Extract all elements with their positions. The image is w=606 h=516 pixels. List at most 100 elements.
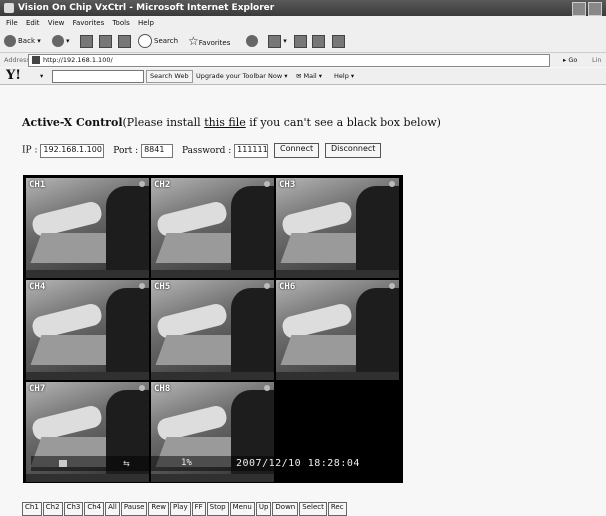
menu-bar: File Edit View Favorites Tools Help [0,16,606,30]
connection-controls: IP : 192.168.1.100 Port : 8841 Password … [22,143,382,158]
playback-status-bar: ⇆ 1% 2007/12/10 18:28:04 [31,456,401,471]
record-indicator-icon [139,181,145,187]
video-tile-ch5[interactable]: CH5 [151,280,274,380]
heading-bold: Active-X Control [22,116,123,129]
playback-progress-icon [59,460,67,467]
back-button[interactable]: Back ▾ [4,34,41,48]
pause-button[interactable]: Pause [120,502,148,516]
refresh-button[interactable] [99,34,112,48]
go-button[interactable]: ▸ Go [563,53,577,67]
window-titlebar: Vision On Chip VxCtrl - Microsoft Intern… [0,0,606,16]
go-label: Go [568,56,578,64]
video-tile-ch1[interactable]: CH1 [26,178,149,278]
menu-view[interactable]: View [48,16,65,30]
progress-percent: 1% [181,458,192,468]
menu-tools[interactable]: Tools [112,16,129,30]
forward-arrow-icon [52,35,64,47]
up-button[interactable]: Up [255,502,272,516]
yahoo-dropdown-icon[interactable]: ▾ [40,68,43,84]
history-icon [246,35,258,47]
record-indicator-icon [264,283,270,289]
port-input[interactable]: 8841 [141,143,174,158]
stop-icon [80,34,93,48]
stop-button[interactable] [80,34,93,48]
yahoo-search-input[interactable] [52,70,144,83]
print-icon [294,34,307,48]
record-indicator-icon [389,181,395,187]
window-title: Vision On Chip VxCtrl - Microsoft Intern… [18,3,275,13]
home-button[interactable] [118,34,131,48]
video-tile-ch2[interactable]: CH2 [151,178,274,278]
search-label: Search [154,37,179,45]
favorites-label: Favorites [198,39,231,47]
menu-edit[interactable]: Edit [26,16,40,30]
yahoo-help-button[interactable]: Help ▾ [330,70,358,83]
all-button[interactable]: All [105,502,120,516]
channel-label: CH7 [29,384,46,394]
menu-favorites[interactable]: Favorites [73,16,105,30]
minimize-button[interactable] [572,2,586,16]
maximize-button[interactable] [588,2,602,16]
star-icon: ☆ [188,34,199,48]
video-tile-ch4[interactable]: CH4 [26,280,149,380]
page-content: Active-X Control(Please install this fil… [0,85,606,516]
playback-controls: Ch1 Ch2 Ch3 Ch4 All Pause Rew Play FF Stop Menu Up D… [22,494,348,516]
messenger-button[interactable] [332,34,345,48]
home-icon [118,34,131,48]
messenger-icon [332,34,345,48]
forward-button[interactable]: ▾ [52,34,70,48]
record-indicator-icon [264,181,270,187]
search-icon [138,34,152,48]
select-button[interactable]: Select [299,502,327,516]
channel-label: CH1 [29,180,46,190]
history-button[interactable] [246,34,260,48]
menu-help[interactable]: Help [138,16,154,30]
activex-video-grid[interactable]: CH1 CH2 CH3 CH4 CH5 CH6 CH7 CH8 ⇆ 1% 200… [23,175,403,483]
browser-toolbar: Back ▾ ▾ Search ☆Favorites ▾ [0,30,606,53]
address-input[interactable]: http://192.168.1.100/ [28,54,550,67]
disconnect-button[interactable]: Disconnect [324,143,382,158]
back-arrow-icon [4,35,16,47]
channel-label: CH6 [279,282,296,292]
upgrade-toolbar-button[interactable]: Upgrade your Toolbar Now ▾ [192,70,292,83]
page-icon [32,56,40,64]
rec-button[interactable]: Rec [327,502,347,516]
password-input[interactable]: 111111 [234,143,269,158]
port-label: Port : [113,145,139,156]
install-file-link[interactable]: this file [204,116,246,129]
refresh-icon [99,34,112,48]
menu-file[interactable]: File [6,16,18,30]
ch2-button[interactable]: Ch2 [42,502,63,516]
ch4-button[interactable]: Ch4 [84,502,105,516]
edit-button[interactable] [312,34,325,48]
mail-button[interactable]: ▾ [268,34,287,48]
ch1-button[interactable]: Ch1 [22,502,42,516]
search-web-button[interactable]: Search Web [146,70,193,83]
ip-input[interactable]: 192.168.1.100 [40,143,105,158]
menu-button[interactable]: Menu [229,502,255,516]
page-heading: Active-X Control(Please install this fil… [22,116,441,129]
yahoo-help-label: Help [334,72,349,80]
links-label[interactable]: Lin [592,53,602,67]
down-button[interactable]: Down [272,502,299,516]
yahoo-logo[interactable]: Y! [6,68,21,84]
stop-playback-button[interactable]: Stop [206,502,229,516]
ff-button[interactable]: FF [191,502,206,516]
record-indicator-icon [389,283,395,289]
password-label: Password : [181,145,232,156]
print-button[interactable] [294,34,307,48]
record-indicator-icon [139,385,145,391]
search-button[interactable]: Search [138,34,178,48]
favorites-button[interactable]: ☆Favorites [188,34,230,48]
heading-pre: (Please install [122,116,205,129]
ch3-button[interactable]: Ch3 [63,502,84,516]
connect-button[interactable]: Connect [274,143,320,158]
channel-label: CH5 [154,282,171,292]
ip-label: IP : [22,145,38,156]
record-indicator-icon [264,385,270,391]
video-tile-ch6[interactable]: CH6 [276,280,399,380]
play-button[interactable]: Play [170,502,191,516]
video-tile-ch3[interactable]: CH3 [276,178,399,278]
yahoo-mail-button[interactable]: ✉ Mail ▾ [292,70,326,83]
rew-button[interactable]: Rew [148,502,169,516]
